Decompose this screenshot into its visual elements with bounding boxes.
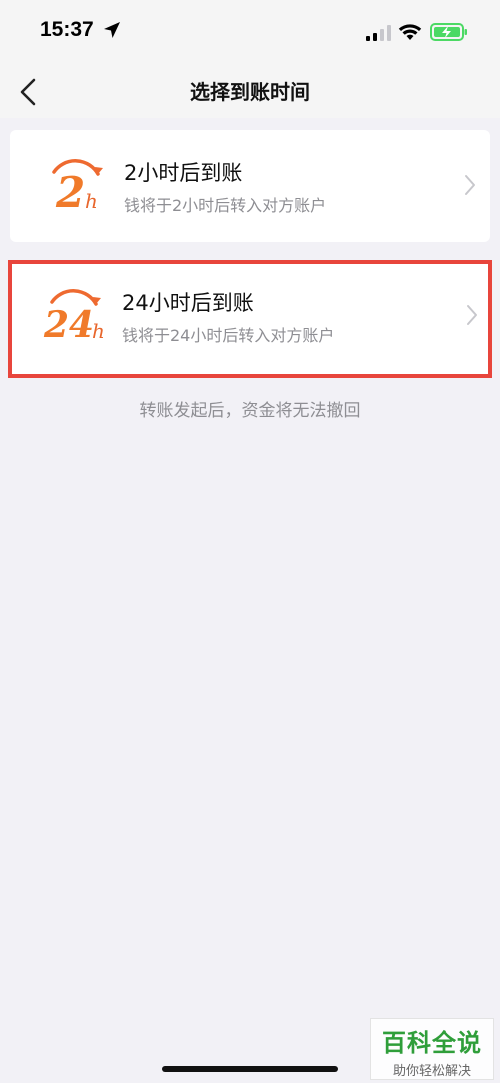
status-time: 15:37 — [40, 18, 94, 41]
page-title: 选择到账时间 — [190, 80, 310, 104]
chevron-right-icon — [465, 175, 475, 195]
signal-icon — [366, 25, 391, 41]
option-description: 钱将于2小时后转入对方账户 — [124, 196, 327, 215]
option-24-hours[interactable]: 24 h 24小时后到账 钱将于24小时后转入对方账户 — [8, 260, 492, 378]
option-description: 钱将于24小时后转入对方账户 — [122, 326, 335, 345]
option-title: 2小时后到账 — [124, 161, 243, 185]
irrevocable-hint: 转账发起后，资金将无法撤回 — [139, 401, 361, 421]
location-arrow-icon — [104, 22, 120, 38]
chevron-right-icon — [467, 305, 477, 325]
home-indicator[interactable] — [162, 1066, 338, 1072]
svg-text:h: h — [92, 319, 105, 343]
watermark-logo: 百科全说 助你轻松解决 — [370, 1018, 494, 1080]
watermark-tagline: 助你轻松解决 — [392, 1064, 471, 1079]
svg-text:2: 2 — [55, 168, 85, 217]
watermark-brand: 百科全说 — [382, 1029, 482, 1057]
option-2-hours[interactable]: 2 h 2小时后到账 钱将于2小时后转入对方账户 — [10, 130, 490, 242]
wifi-icon — [398, 24, 422, 40]
status-bar: 15:37 — [0, 0, 500, 66]
option-title: 24小时后到账 — [122, 291, 254, 315]
svg-text:24: 24 — [43, 304, 94, 346]
twenty-four-hour-clock-icon: 24 h — [43, 289, 105, 346]
navigation-bar: 选择到账时间 — [0, 66, 500, 118]
battery-charging-icon — [430, 23, 467, 41]
svg-text:h: h — [85, 189, 98, 213]
two-hour-clock-icon: 2 h — [52, 159, 103, 217]
